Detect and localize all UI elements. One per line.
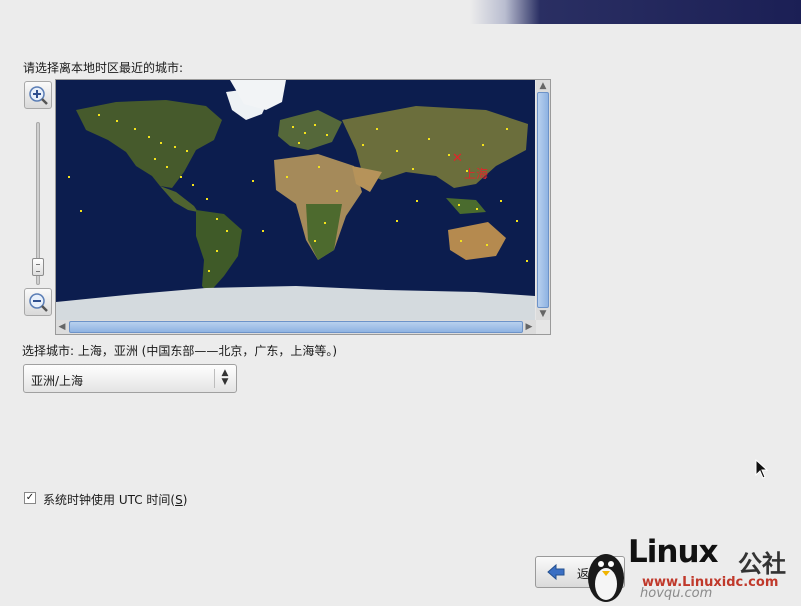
scroll-up-icon[interactable]: ▲ (537, 80, 549, 92)
vertical-scroll-thumb[interactable] (537, 92, 549, 308)
updown-arrows-icon: ▲ ▼ (221, 368, 229, 387)
map-horizontal-scrollbar[interactable]: ◀ ▶ (56, 320, 536, 334)
utc-checkbox[interactable]: ✓ (24, 492, 36, 504)
selected-city-marker: ✕ (452, 151, 463, 166)
select-separator (214, 369, 215, 388)
watermark-logo-suffix: 公社 (738, 550, 786, 578)
zoom-out-button[interactable] (24, 288, 52, 316)
utc-checkbox-label[interactable]: 系统时钟使用 UTC 时间(S) (43, 491, 187, 508)
timezone-map-frame: ✕ 上海 ▲ ▼ ◀ ▶ (55, 79, 551, 335)
zoom-slider-thumb[interactable] (32, 258, 44, 276)
mouse-pointer-icon (755, 459, 769, 479)
world-map-image: ✕ 上海 (56, 80, 535, 320)
utc-label-end: ) (182, 493, 188, 507)
scroll-right-icon[interactable]: ▶ (523, 321, 535, 333)
header-bar (0, 0, 801, 24)
utc-label-accesskey: S (175, 493, 183, 507)
watermark-logo-text: Linux (628, 534, 719, 570)
selected-city-label: 上海 (464, 166, 488, 181)
selected-city-description: 选择城市: 上海，亚洲 (中国东部——北京，广东，上海等。) (22, 344, 338, 358)
scroll-left-icon[interactable]: ◀ (56, 321, 68, 333)
utc-label-text: 系统时钟使用 UTC 时间( (43, 493, 176, 507)
timezone-select-value: 亚洲/上海 (31, 374, 84, 388)
world-map[interactable]: ✕ 上海 (56, 80, 535, 320)
zoom-in-button[interactable] (24, 81, 52, 109)
back-arrow-icon (547, 563, 565, 581)
horizontal-scroll-thumb[interactable] (69, 321, 523, 333)
timezone-select[interactable]: 亚洲/上海 ▲ ▼ (23, 364, 237, 393)
zoom-in-icon (29, 86, 48, 105)
scroll-down-icon[interactable]: ▼ (537, 308, 549, 320)
map-vertical-scrollbar[interactable]: ▲ ▼ (536, 80, 550, 320)
timezone-prompt: 请选择离本地时区最近的城市: (23, 61, 184, 75)
zoom-out-icon (29, 293, 48, 312)
watermark-url-secondary: hovqu.com (640, 586, 713, 601)
